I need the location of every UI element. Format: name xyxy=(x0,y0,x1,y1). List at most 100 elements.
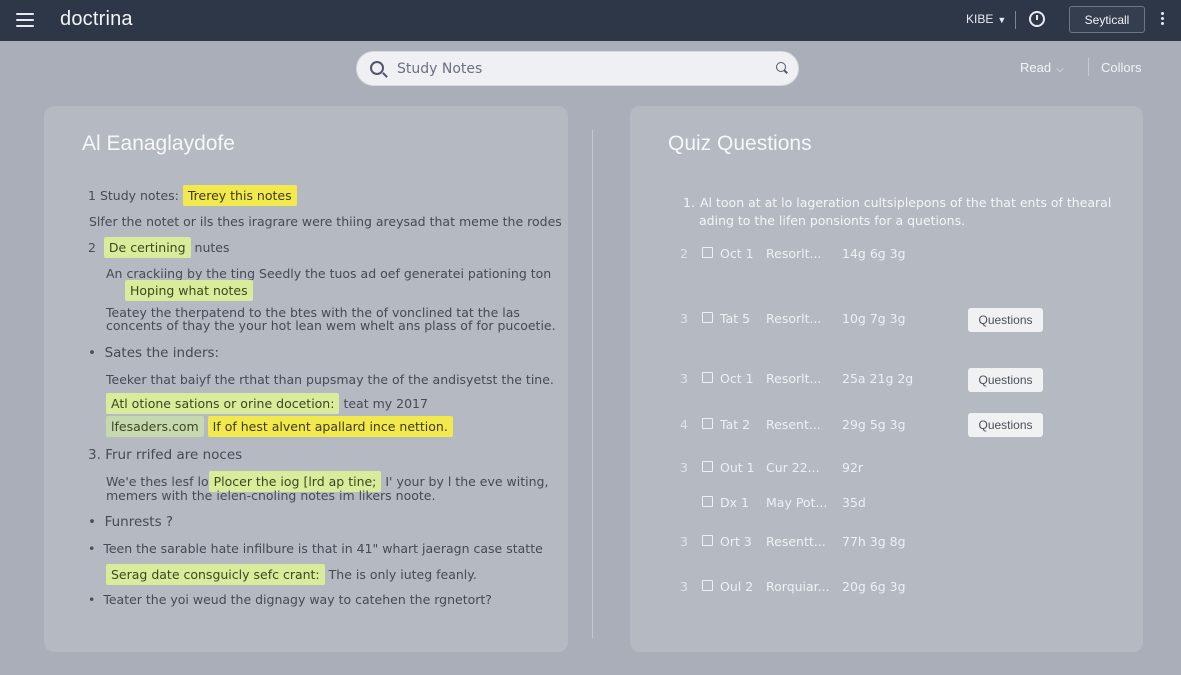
note-item: • Teen the sarable hate infilbure is tha… xyxy=(88,541,543,556)
language-label: KIBE xyxy=(966,12,994,26)
note-label: Sates the inders: xyxy=(104,345,220,361)
quiz-row: 3 Ort 3 Resentt... 77h 3g 8g xyxy=(680,534,1120,554)
note-item: • Funrests ? xyxy=(88,514,173,530)
chevron-down-icon: ▼ xyxy=(997,15,1007,25)
row-title[interactable]: Rorquiar... xyxy=(766,579,830,594)
note-label: Funrests ? xyxy=(104,514,174,530)
highlight-yellow[interactable]: Trerey this notes xyxy=(182,185,297,206)
quiz-row: 3 Tat 5 Resorlt... 10g 7g 3g xyxy=(680,311,1120,331)
row-title[interactable]: Resorlt... xyxy=(766,371,821,386)
highlight-green[interactable]: Atl otione sations or orine docetion: xyxy=(106,393,340,414)
hamburger-menu-icon[interactable] xyxy=(16,13,34,27)
clock-icon[interactable] xyxy=(1029,11,1045,27)
quiz-intro-line: Al toon at at lo lageration cultsiplepon… xyxy=(700,195,1112,210)
quiz-row: 4 Tat 2 Resent... 29g 5g 3g xyxy=(680,417,1120,437)
note-label: Frur rrifed are noces xyxy=(105,447,243,463)
highlight-yellow[interactable]: If of hest alvent apallard ince nettion. xyxy=(207,416,453,437)
quiz-row: 2 Oct 1 Resorlt... 14g 6g 3g xyxy=(680,246,1120,266)
quiz-intro-number: 1. xyxy=(683,195,695,210)
search-submit-icon[interactable] xyxy=(776,62,786,72)
row-title[interactable]: Resentt... xyxy=(766,534,826,549)
top-bar: doctrina KIBE ▼ Seyticall xyxy=(0,0,1181,41)
highlight-green[interactable]: Hoping what notes xyxy=(125,280,253,301)
row-date: Oct 1 xyxy=(720,246,754,261)
highlight-green[interactable]: Serag date consguicly sefc crant: xyxy=(106,564,325,585)
note-item: 1 Study notes: Trerey this notes xyxy=(88,185,297,206)
row-title[interactable]: Cur 22... xyxy=(766,460,820,475)
row-checkbox[interactable] xyxy=(702,312,713,323)
bullet: • xyxy=(88,592,96,607)
more-options-icon[interactable] xyxy=(1161,12,1165,28)
note-label: nutes xyxy=(194,240,230,255)
row-checkbox[interactable] xyxy=(702,461,713,472)
note-item: We'e thes lesf lo Plocer the iog [lrd ap … xyxy=(106,471,549,492)
row-date: Tat 2 xyxy=(720,417,751,432)
row-title[interactable]: May Pot... xyxy=(766,495,827,510)
divider xyxy=(1015,11,1016,29)
search-bar xyxy=(356,51,799,86)
row-number: 3 xyxy=(680,534,688,549)
row-title[interactable]: Resorlt... xyxy=(766,311,821,326)
row-number: 4 xyxy=(680,417,688,432)
note-item: Serag date consguicly sefc crant: The is… xyxy=(106,564,477,585)
note-text: Teater the yoi weud the dignagy way to c… xyxy=(103,592,492,607)
read-dropdown[interactable]: Read ⌵ xyxy=(1020,60,1064,75)
note-line: Teeker that baiyf the rthat than pupsmay… xyxy=(106,372,554,387)
questions-button[interactable]: Questions xyxy=(968,308,1043,332)
row-date: Oul 2 xyxy=(720,579,754,594)
row-number: 3 xyxy=(680,460,688,475)
row-date: Dx 1 xyxy=(720,495,749,510)
language-selector[interactable]: KIBE ▼ xyxy=(966,12,1006,26)
quiz-title: Quiz Questions xyxy=(668,132,812,155)
note-item: 3. Frur rrifed are noces xyxy=(88,447,242,463)
row-checkbox[interactable] xyxy=(702,580,713,591)
quiz-row: 3 Oul 2 Rorquiar... 20g 6g 3g xyxy=(680,579,1120,599)
brand-logo[interactable]: doctrina xyxy=(60,8,133,31)
row-date: Tat 5 xyxy=(720,311,751,326)
note-item: • Teater the yoi weud the dignagy way to… xyxy=(88,592,492,607)
highlight-green[interactable]: De certining xyxy=(103,237,191,258)
note-line: memers with the ielen-cnoling notes im l… xyxy=(106,488,436,503)
row-checkbox[interactable] xyxy=(702,496,713,507)
panel-divider xyxy=(592,130,593,638)
quiz-intro-line: ading to the lifen ponsionts for a queti… xyxy=(699,213,966,228)
bullet: • xyxy=(88,345,96,361)
row-values: 14g 6g 3g xyxy=(842,246,906,261)
note-number: 3. xyxy=(88,447,101,463)
note-line: Slfer the notet or ils thes iragrare wer… xyxy=(89,214,562,229)
notes-title: Al Eanaglaydofe xyxy=(82,132,235,155)
highlight-green[interactable]: lfesaders.com xyxy=(106,416,204,437)
note-line: concents of thay the your hot lean wem w… xyxy=(106,318,556,333)
row-title[interactable]: Resorlt... xyxy=(766,246,821,261)
row-title[interactable]: Resent... xyxy=(766,417,821,432)
divider xyxy=(1088,58,1089,76)
row-values: 35d xyxy=(842,495,866,510)
row-values: 20g 6g 3g xyxy=(842,579,906,594)
note-text: Teen the sarable hate infilbure is that … xyxy=(103,541,543,556)
row-number: 2 xyxy=(680,246,688,261)
colors-button[interactable]: Collors xyxy=(1101,60,1141,75)
chevron-down-icon: ⌵ xyxy=(1056,64,1064,75)
row-checkbox[interactable] xyxy=(702,535,713,546)
row-checkbox[interactable] xyxy=(702,418,713,429)
search-icon xyxy=(370,61,384,75)
note-item: • Sates the inders: xyxy=(88,345,219,361)
note-text: I' your by l the eve witing, xyxy=(385,474,549,489)
questions-button[interactable]: Questions xyxy=(968,368,1043,392)
questions-button[interactable]: Questions xyxy=(968,413,1043,437)
top-action-button[interactable]: Seyticall xyxy=(1069,6,1145,33)
row-number: 3 xyxy=(680,311,688,326)
note-item: 2 De certining nutes xyxy=(88,237,230,258)
note-number: 1 xyxy=(88,188,96,203)
row-date: Ort 3 xyxy=(720,534,752,549)
row-checkbox[interactable] xyxy=(702,372,713,383)
row-date: Out 1 xyxy=(720,460,755,475)
note-item: lfesaders.com If of hest alvent apallard… xyxy=(106,416,453,437)
search-input[interactable] xyxy=(397,59,757,79)
row-number: 3 xyxy=(680,579,688,594)
row-checkbox[interactable] xyxy=(702,247,713,258)
row-values: 25a 21g 2g xyxy=(842,371,914,386)
row-number: 3 xyxy=(680,371,688,386)
bullet: • xyxy=(88,541,96,556)
row-values: 29g 5g 3g xyxy=(842,417,906,432)
